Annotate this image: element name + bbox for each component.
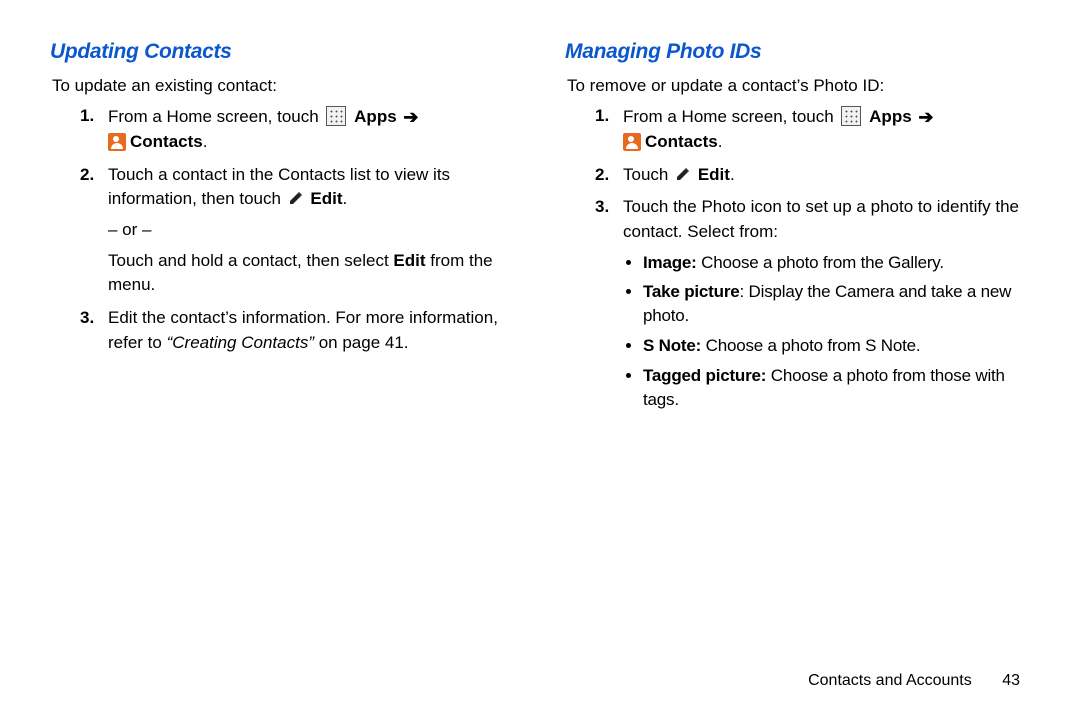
or-divider: – or –: [108, 218, 525, 243]
option-take-picture: Take picture: Display the Camera and tak…: [643, 280, 1040, 328]
edit-label-2: Edit: [393, 251, 425, 270]
left-step-3: Edit the contact’s information. For more…: [80, 306, 525, 355]
option-tagged-picture: Tagged picture: Choose a photo from thos…: [643, 364, 1040, 412]
text: Touch: [623, 165, 673, 184]
text: on page 41.: [314, 333, 409, 352]
arrow-icon: ➔: [403, 107, 418, 127]
label: Tagged picture:: [643, 366, 766, 385]
edit-label: Edit: [698, 165, 730, 184]
left-steps: From a Home screen, touch Apps ➔ Contact…: [50, 104, 525, 355]
contacts-label: Contacts: [130, 132, 203, 151]
contacts-icon: [623, 133, 641, 151]
period: .: [203, 132, 208, 151]
pencil-icon: [288, 190, 304, 206]
intro-left: To update an existing contact:: [52, 76, 525, 96]
right-step-1: From a Home screen, touch Apps ➔ Contact…: [595, 104, 1040, 155]
page-number: 43: [1002, 672, 1020, 689]
cross-reference: “Creating Contacts”: [167, 333, 314, 352]
text: Touch a contact in the Contacts list to …: [108, 165, 450, 209]
label: S Note:: [643, 336, 701, 355]
desc: Choose a photo from S Note.: [701, 336, 920, 355]
desc: Choose a photo from the Gallery.: [697, 253, 944, 272]
option-s-note: S Note: Choose a photo from S Note.: [643, 334, 1040, 358]
apps-label: Apps: [869, 107, 912, 126]
left-column: Updating Contacts To update an existing …: [50, 40, 525, 419]
label: Take picture: [643, 282, 740, 301]
right-step-3: Touch the Photo icon to set up a photo t…: [595, 195, 1040, 411]
right-step-2: Touch Edit.: [595, 163, 1040, 188]
heading-updating-contacts: Updating Contacts: [50, 40, 525, 64]
page-body: Updating Contacts To update an existing …: [0, 0, 1080, 419]
text: Touch the Photo icon to set up a photo t…: [623, 197, 1019, 241]
option-image: Image: Choose a photo from the Gallery.: [643, 251, 1040, 275]
label: Image:: [643, 253, 697, 272]
intro-right: To remove or update a contact’s Photo ID…: [567, 76, 1040, 96]
heading-managing-photo-ids: Managing Photo IDs: [565, 40, 1040, 64]
period: .: [730, 165, 735, 184]
section-title: Contacts and Accounts: [808, 672, 972, 689]
period: .: [343, 189, 348, 208]
text: From a Home screen, touch: [623, 107, 838, 126]
period: .: [718, 132, 723, 151]
contacts-icon: [108, 133, 126, 151]
edit-label: Edit: [310, 189, 342, 208]
arrow-icon: ➔: [918, 107, 933, 127]
photo-source-options: Image: Choose a photo from the Gallery. …: [623, 251, 1040, 412]
text: Touch and hold a contact, then select: [108, 251, 393, 270]
left-step-2-alt: Touch and hold a contact, then select Ed…: [108, 249, 525, 298]
left-step-1: From a Home screen, touch Apps ➔ Contact…: [80, 104, 525, 155]
page-footer: Contacts and Accounts 43: [808, 672, 1020, 690]
apps-label: Apps: [354, 107, 397, 126]
right-column: Managing Photo IDs To remove or update a…: [565, 40, 1040, 419]
pencil-icon: [675, 166, 691, 182]
contacts-label: Contacts: [645, 132, 718, 151]
left-step-2: Touch a contact in the Contacts list to …: [80, 163, 525, 298]
text: From a Home screen, touch: [108, 107, 323, 126]
right-steps: From a Home screen, touch Apps ➔ Contact…: [565, 104, 1040, 411]
apps-grid-icon: [326, 106, 346, 126]
apps-grid-icon: [841, 106, 861, 126]
